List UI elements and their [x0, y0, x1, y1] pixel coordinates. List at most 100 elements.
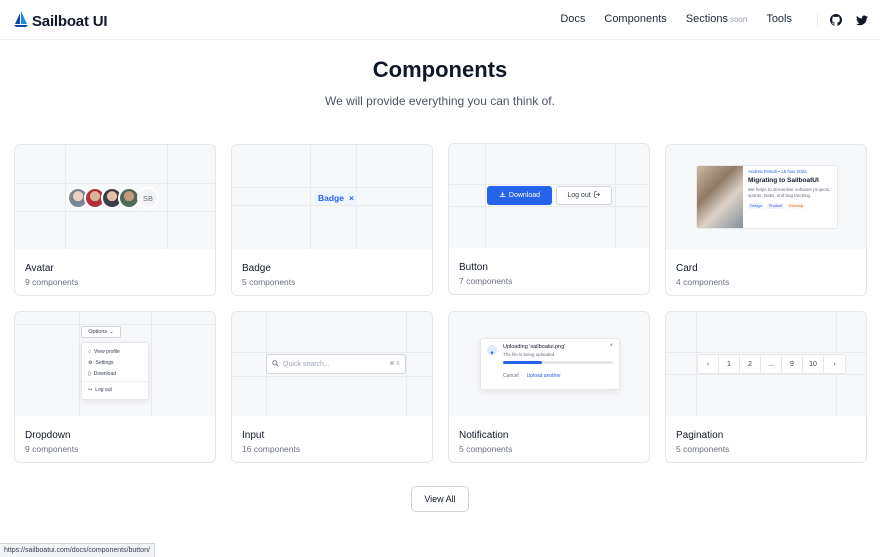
cancel-link: Cancel	[503, 373, 519, 379]
download-icon: ▯	[88, 370, 91, 377]
card-title: Input	[242, 430, 265, 441]
search-input-sample: Quick search... ⌘ K	[266, 354, 406, 374]
card-preview: Badge ×	[232, 145, 432, 249]
pagination-sample: ‹ 1 2 ... 9 10 ›	[697, 354, 846, 374]
top-navbar: Sailboat UI Docs Components Sections soon…	[0, 0, 880, 40]
tag: Develop	[786, 202, 805, 209]
card-preview: Quick search... ⌘ K	[232, 312, 432, 416]
nav-link-tools[interactable]: Tools	[766, 13, 792, 25]
card-count: 7 components	[459, 276, 513, 286]
menu-item: ○ View profile	[82, 346, 148, 357]
menu-item: ▯ Download	[82, 368, 148, 379]
page-number: 1	[719, 355, 740, 373]
avatar-initials: SB	[137, 187, 159, 209]
card-heading: Migrating to SailboatUI	[748, 177, 819, 184]
component-card-button[interactable]: Download Log out Button 7 components	[448, 143, 650, 295]
tag: Design	[748, 202, 764, 209]
brand-link[interactable]: Sailboat UI	[14, 10, 108, 33]
component-card-dropdown[interactable]: Options ⌄ ○ View profile ⚙ Settings ▯ Downl…	[14, 311, 216, 463]
soon-tag: soon	[729, 15, 748, 24]
menu-item-label: View profile	[94, 348, 120, 355]
nav-divider	[817, 14, 818, 26]
component-card-avatar[interactable]: SB Avatar 9 components	[14, 144, 216, 296]
close-icon: ×	[348, 193, 354, 203]
card-count: 9 components	[25, 444, 79, 454]
user-icon: ○	[88, 348, 92, 355]
logout-icon	[594, 191, 601, 200]
menu-item: ↪ Log out	[82, 384, 148, 395]
page-title: Components	[372, 57, 508, 82]
page-number: 9	[782, 355, 803, 373]
card-preview: SB	[15, 145, 215, 249]
card-title: Avatar	[25, 263, 54, 274]
search-placeholder: Quick search...	[283, 360, 330, 368]
nav-link-docs[interactable]: Docs	[560, 13, 585, 25]
download-button-sample: Download	[487, 186, 552, 205]
progress-bar	[503, 361, 613, 364]
twitter-icon[interactable]	[856, 13, 868, 31]
notification-subtitle: The file is being uploaded.	[503, 352, 556, 357]
page-number: 10	[803, 355, 824, 373]
view-all-button[interactable]: View All	[411, 486, 469, 512]
component-card-input[interactable]: Quick search... ⌘ K Input 16 components	[231, 311, 433, 463]
card-count: 5 components	[459, 444, 513, 454]
logout-button-sample: Log out	[556, 186, 612, 205]
page-number: 2	[740, 355, 761, 373]
component-card-pagination[interactable]: ‹ 1 2 ... 9 10 › Pagination 5 components	[665, 311, 867, 463]
chevron-down-icon: ⌄	[109, 329, 114, 335]
page-ellipsis: ...	[761, 355, 782, 373]
shortcut-hint: ⌘ K	[389, 361, 400, 367]
menu-divider	[82, 381, 148, 382]
card-meta: Andrea Festoli • 15 Nov 2022	[748, 169, 807, 174]
card-image	[697, 166, 743, 228]
status-url: https://sailboatui.com/docs/components/b…	[0, 543, 155, 557]
card-preview: Andrea Festoli • 15 Nov 2022 Migrating t…	[666, 145, 866, 249]
nav-link-sections[interactable]: Sections soon	[686, 13, 748, 25]
blog-card-sample: Andrea Festoli • 15 Nov 2022 Migrating t…	[696, 165, 838, 229]
gear-icon: ⚙	[88, 359, 93, 366]
dropdown-trigger-sample: Options ⌄	[81, 326, 121, 338]
badge-label: Badge	[318, 193, 344, 203]
logout-icon: ↪	[88, 386, 93, 393]
card-title: Pagination	[676, 430, 724, 441]
card-count: 5 components	[242, 277, 296, 287]
download-icon	[499, 191, 506, 200]
notification-sample: Uploading 'sailboatui.png' The file is b…	[480, 338, 620, 390]
menu-item: ⚙ Settings	[82, 357, 148, 368]
card-title: Button	[459, 262, 488, 273]
card-title: Dropdown	[25, 430, 71, 441]
notification-title: Uploading 'sailboatui.png'	[503, 344, 566, 350]
card-description: We helps to streamline software projects…	[748, 187, 831, 198]
nav-link-components[interactable]: Components	[604, 13, 666, 25]
upload-another-link: Upload another	[526, 373, 561, 379]
cloud-upload-icon	[487, 345, 497, 355]
card-count: 9 components	[25, 277, 79, 287]
page-subtitle: We will provide everything you can think…	[325, 94, 555, 108]
close-icon: ×	[609, 343, 613, 349]
component-card-badge[interactable]: Badge × Badge 5 components	[231, 144, 433, 296]
card-title: Notification	[459, 430, 509, 441]
download-label: Download	[508, 192, 541, 199]
github-icon[interactable]	[830, 13, 842, 31]
search-icon	[272, 359, 279, 369]
component-card-notification[interactable]: Uploading 'sailboatui.png' The file is b…	[448, 311, 650, 463]
menu-item-label: Download	[93, 370, 117, 377]
badge-sample: Badge ×	[314, 191, 358, 205]
next-page-icon: ›	[833, 360, 836, 368]
logout-label: Log out	[567, 192, 591, 199]
card-count: 5 components	[676, 444, 730, 454]
component-card-card[interactable]: Andrea Festoli • 15 Nov 2022 Migrating t…	[665, 144, 867, 296]
brand-name: Sailboat UI	[32, 13, 108, 30]
card-preview: Download Log out	[449, 144, 649, 248]
tag: Product	[766, 202, 784, 209]
prev-page-icon: ‹	[698, 355, 719, 373]
card-title: Badge	[242, 263, 271, 274]
card-count: 4 components	[676, 277, 730, 287]
dropdown-trigger-label: Options	[88, 329, 108, 335]
card-preview: ‹ 1 2 ... 9 10 ›	[666, 312, 866, 416]
nav-link-sections-label: Sections	[685, 13, 728, 25]
progress-fill	[503, 361, 542, 364]
avatar-group: SB	[67, 187, 159, 209]
nav-links: Docs Components Sections soon Tools	[560, 13, 792, 25]
card-preview: Uploading 'sailboatui.png' The file is b…	[449, 312, 649, 416]
